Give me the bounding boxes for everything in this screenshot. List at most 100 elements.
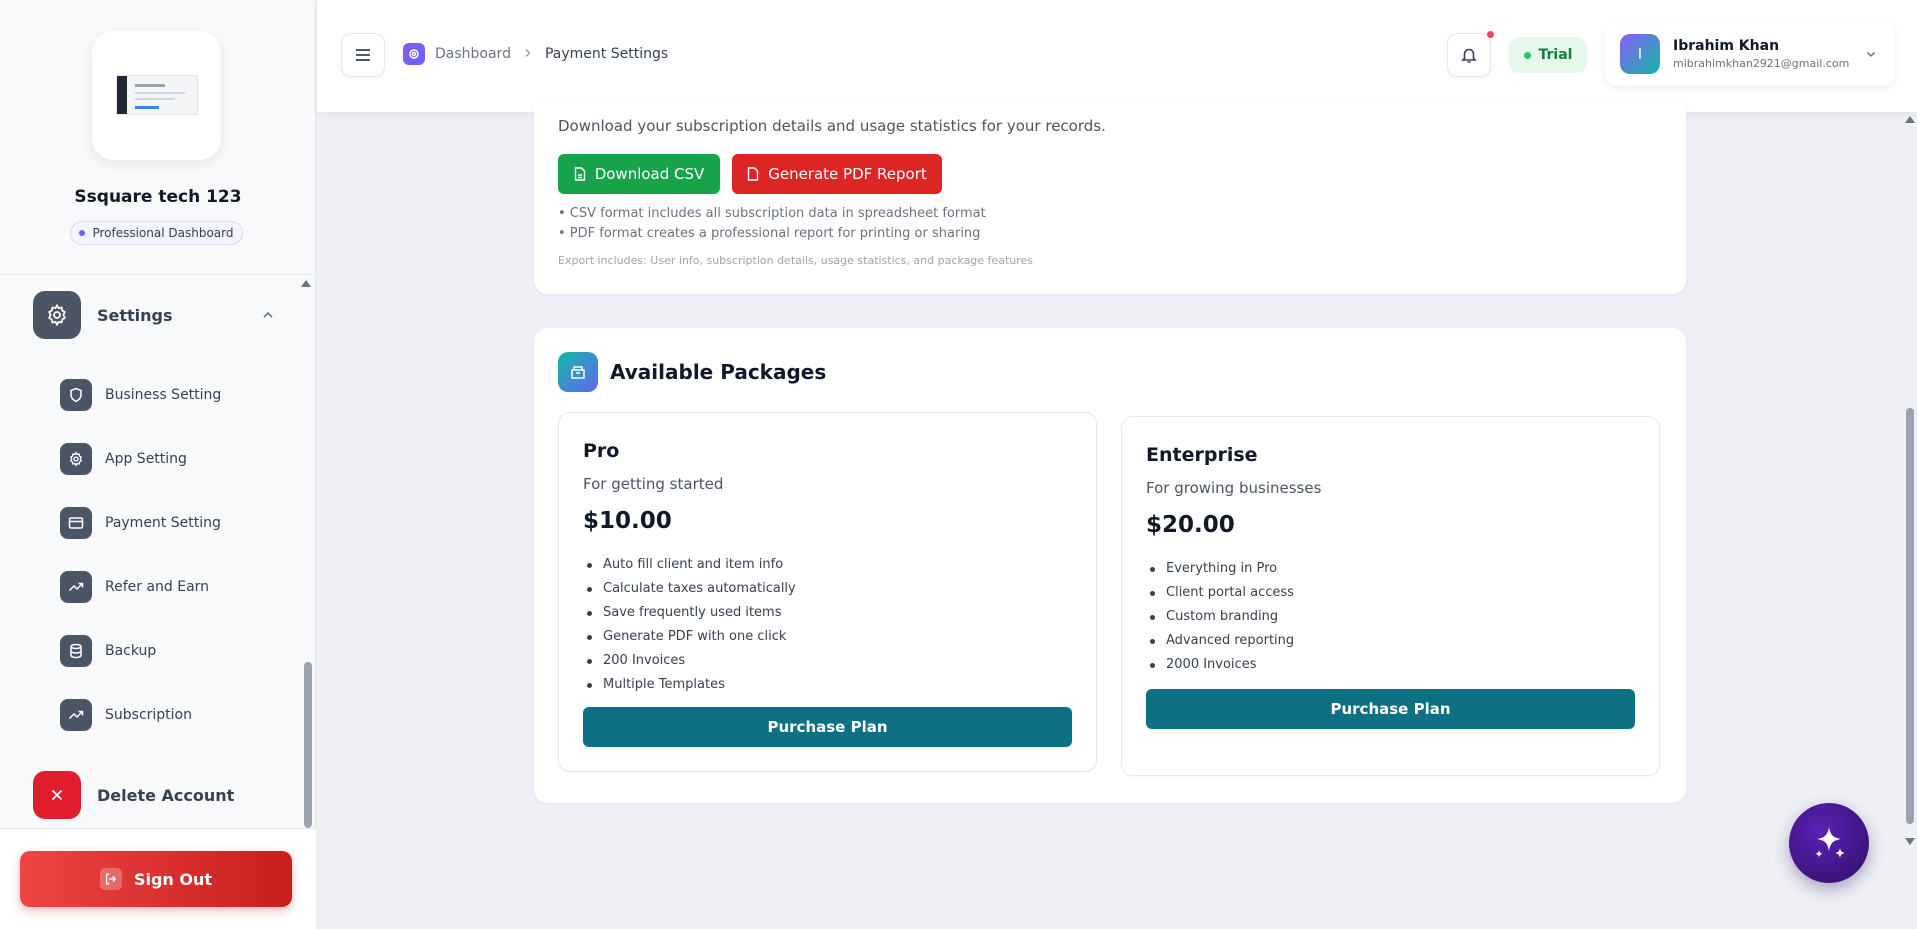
sign-out-button[interactable]: Sign Out <box>20 851 292 907</box>
packages-title: Available Packages <box>610 360 827 384</box>
badge-dot-icon <box>79 230 86 236</box>
gear-icon <box>60 443 92 475</box>
status-dot-icon <box>1523 51 1531 59</box>
plan-feature: Save frequently used items <box>583 601 796 625</box>
user-email: mibrahimkhan2921@gmail.com <box>1673 57 1850 70</box>
sidebar-item-label: App Setting <box>105 451 187 467</box>
user-info: Ibrahim Khan mibrahimkhan2921@gmail.com <box>1673 38 1849 70</box>
package-icon <box>558 352 598 392</box>
file-icon <box>574 167 585 181</box>
sidebar-item-business-setting[interactable]: Business Setting <box>60 379 280 411</box>
signout-area: Sign Out <box>0 828 316 929</box>
plan-feature: Calculate taxes automatically <box>583 577 796 601</box>
chevron-right-icon <box>523 46 533 62</box>
generate-pdf-label: Generate PDF Report <box>768 165 927 183</box>
plan-feature: 2000 Invoices <box>1146 653 1294 677</box>
sidebar-item-label: Backup <box>105 643 157 659</box>
plan-name: Enterprise <box>1146 444 1258 466</box>
top-header: Dashboard Payment Settings Trial I Ibrah… <box>317 0 1917 112</box>
plan-features: Auto fill client and item info Calculate… <box>583 553 796 697</box>
database-icon <box>60 635 92 667</box>
sidebar-item-subscription[interactable]: Subscription <box>60 699 280 731</box>
trending-up-icon <box>60 571 92 603</box>
available-packages-card: Available Packages Pro For getting start… <box>534 328 1686 803</box>
plan-feature: Generate PDF with one click <box>583 625 796 649</box>
trial-badge: Trial <box>1509 37 1587 73</box>
shield-icon <box>60 379 92 411</box>
plan-feature: Multiple Templates <box>583 673 796 697</box>
generate-pdf-button[interactable]: Generate PDF Report <box>732 154 942 194</box>
sidebar-item-settings[interactable]: Settings <box>33 291 283 339</box>
sidebar-item-label: Refer and Earn <box>105 579 210 595</box>
sidebar: Ssquare tech 123 Professional Dashboard … <box>0 0 316 929</box>
brand-logo[interactable] <box>92 31 221 160</box>
plan-price: $20.00 <box>1146 512 1235 538</box>
user-name: Ibrahim Khan <box>1673 38 1780 54</box>
sidebar-scroll-up-arrow[interactable] <box>301 280 311 287</box>
plan-feature: Auto fill client and item info <box>583 553 796 577</box>
sidebar-item-label: Payment Setting <box>105 515 221 531</box>
delete-account-button[interactable]: Delete Account <box>33 771 234 819</box>
brand-name: Ssquare tech 123 <box>74 187 242 207</box>
sidebar-item-backup[interactable]: Backup <box>60 635 280 667</box>
plan-name: Pro <box>583 440 620 462</box>
chevron-down-icon <box>1866 51 1876 58</box>
brand-badge-label: Professional Dashboard <box>92 226 234 240</box>
page-scroll-down-arrow[interactable] <box>1905 838 1915 845</box>
plan-feature: Client portal access <box>1146 581 1294 605</box>
chevron-up-icon[interactable] <box>261 308 275 322</box>
logo-image <box>116 75 198 115</box>
packages-header: Available Packages <box>558 352 826 392</box>
dashboard-icon <box>403 43 425 65</box>
download-csv-button[interactable]: Download CSV <box>558 154 720 194</box>
plan-feature: Everything in Pro <box>1146 557 1294 581</box>
sparkle-icon <box>1815 827 1845 858</box>
sidebar-item-label: Business Setting <box>105 387 222 403</box>
page-scrollbar[interactable] <box>1906 408 1914 824</box>
avatar: I <box>1620 34 1660 74</box>
export-note: • PDF format creates a professional repo… <box>558 226 981 241</box>
page-scroll-up-arrow[interactable] <box>1905 116 1915 123</box>
delete-account-label: Delete Account <box>97 785 235 805</box>
plan-features: Everything in Pro Client portal access C… <box>1146 557 1294 677</box>
sidebar-item-app-setting[interactable]: App Setting <box>60 443 280 475</box>
plan-subtitle: For getting started <box>583 475 724 493</box>
logout-icon <box>99 868 122 890</box>
user-menu[interactable]: I Ibrahim Khan mibrahimkhan2921@gmail.co… <box>1605 22 1895 86</box>
gear-icon <box>33 291 81 339</box>
ai-assistant-button[interactable] <box>1789 803 1869 883</box>
plan-card-pro: Pro For getting started $10.00 Auto fill… <box>558 412 1097 772</box>
notifications-button[interactable] <box>1447 29 1496 77</box>
sidebar-item-payment-setting[interactable]: Payment Setting <box>60 507 280 539</box>
plan-card-enterprise: Enterprise For growing businesses $20.00… <box>1121 416 1660 776</box>
plan-feature: Advanced reporting <box>1146 629 1294 653</box>
plan-price: $10.00 <box>583 508 672 534</box>
breadcrumb: Dashboard Payment Settings <box>403 43 668 65</box>
plan-feature: 200 Invoices <box>583 649 796 673</box>
plan-feature: Custom branding <box>1146 605 1294 629</box>
sidebar-item-label: Subscription <box>105 707 192 723</box>
document-icon <box>748 167 759 181</box>
purchase-plan-button[interactable]: Purchase Plan <box>1146 689 1635 729</box>
sidebar-item-refer-and-earn[interactable]: Refer and Earn <box>60 571 280 603</box>
plan-subtitle: For growing businesses <box>1146 479 1322 497</box>
brand-badge: Professional Dashboard <box>70 221 243 245</box>
purchase-plan-button[interactable]: Purchase Plan <box>583 707 1072 747</box>
breadcrumb-dashboard-link[interactable]: Dashboard <box>435 46 511 62</box>
export-note: • CSV format includes all subscription d… <box>558 206 986 221</box>
trending-up-icon <box>60 699 92 731</box>
close-icon <box>33 771 81 819</box>
export-description: Download your subscription details and u… <box>558 117 1106 135</box>
breadcrumb-current: Payment Settings <box>544 46 669 62</box>
sidebar-scrollbar[interactable] <box>304 662 312 828</box>
menu-toggle-button[interactable] <box>341 33 385 77</box>
export-footer: Export includes: User info, subscription… <box>558 254 1034 267</box>
notification-badge <box>1485 29 1496 40</box>
trial-label: Trial <box>1538 47 1573 63</box>
settings-label: Settings <box>97 305 173 325</box>
bell-icon <box>1461 48 1477 63</box>
download-csv-label: Download CSV <box>594 165 705 183</box>
sidebar-divider <box>0 274 316 275</box>
credit-card-icon <box>60 507 92 539</box>
sign-out-label: Sign Out <box>133 869 213 889</box>
